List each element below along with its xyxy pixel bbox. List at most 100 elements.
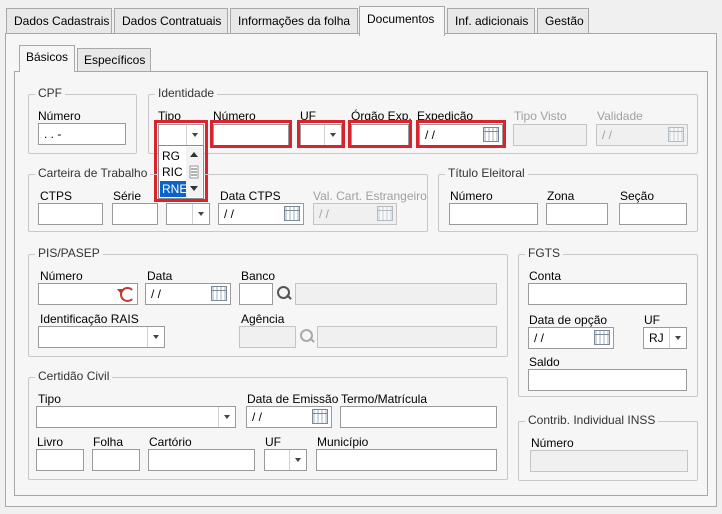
- group-title: CPF: [35, 86, 65, 100]
- folha-label: Folha: [93, 435, 124, 449]
- tab-label: Gestão: [545, 14, 584, 28]
- data-ctps-input[interactable]: / /: [218, 203, 304, 225]
- calendar-icon[interactable]: [284, 206, 300, 221]
- subtab-especificos[interactable]: Específicos: [77, 48, 151, 72]
- rais-select[interactable]: [38, 326, 165, 348]
- livro-input[interactable]: [36, 449, 84, 471]
- tab-inf-adicionais[interactable]: Inf. adicionais: [447, 8, 535, 34]
- identidade-tipo-visto-input: [513, 124, 587, 146]
- fgts-uf-label: UF: [644, 313, 660, 327]
- group-title: Carteira de Trabalho: [35, 166, 151, 180]
- data-opcao-input[interactable]: / /: [528, 327, 614, 349]
- group-title: Certidão Civil: [35, 369, 113, 383]
- fgts-uf-select[interactable]: RJ: [643, 327, 687, 349]
- municipio-label: Município: [317, 435, 369, 449]
- subtab-label: Básicos: [26, 50, 69, 64]
- pis-numero-input[interactable]: [38, 283, 138, 305]
- chevron-down-icon[interactable]: [289, 450, 306, 470]
- input-value: / /: [534, 331, 545, 345]
- termo-matricula-input[interactable]: [340, 406, 497, 428]
- pis-data-input[interactable]: / /: [145, 283, 231, 305]
- subtab-basicos[interactable]: Básicos: [19, 45, 75, 72]
- calendar-icon[interactable]: [594, 330, 610, 345]
- certidao-uf-select[interactable]: [264, 449, 307, 471]
- titulo-numero-input[interactable]: [449, 203, 538, 225]
- livro-label: Livro: [37, 435, 64, 449]
- input-value: / /: [224, 207, 235, 221]
- highlight-box-orgao: [348, 120, 412, 148]
- conta-input[interactable]: [528, 283, 687, 305]
- cpf-numero-label: Número: [38, 109, 81, 123]
- tab-label: Dados Contratuais: [122, 14, 222, 28]
- serie-label: Série: [113, 189, 142, 203]
- pis-numero-label: Número: [40, 269, 83, 283]
- agencia-name-input: [317, 326, 497, 348]
- identidade-validade-label: Validade: [597, 109, 643, 123]
- tab-dados-cadastrais[interactable]: Dados Cadastrais: [6, 8, 112, 34]
- saldo-label: Saldo: [529, 355, 560, 369]
- undo-icon[interactable]: [117, 287, 135, 302]
- municipio-input[interactable]: [316, 449, 497, 471]
- chevron-down-icon[interactable]: [669, 328, 686, 348]
- banco-code-input[interactable]: [239, 283, 273, 305]
- termo-matricula-label: Termo/Matrícula: [341, 392, 428, 406]
- cartorio-input[interactable]: [148, 449, 255, 471]
- tab-documentos[interactable]: Documentos: [359, 6, 445, 36]
- dropdown-scrollbar[interactable]: [186, 147, 202, 197]
- scrollbar-arrows-icon: [189, 152, 199, 191]
- data-emissao-label: Data de Emissão: [247, 392, 339, 406]
- tab-label: Inf. adicionais: [455, 14, 529, 28]
- ctps-label: CTPS: [40, 189, 73, 203]
- dropdown-option-rg[interactable]: RG: [160, 148, 187, 164]
- calendar-icon[interactable]: [211, 286, 227, 301]
- dropdown-option-ric[interactable]: RIC: [160, 164, 187, 180]
- certidao-tipo-select[interactable]: [36, 406, 236, 428]
- group-title: Título Eleitoral: [445, 166, 528, 180]
- secao-input[interactable]: [619, 203, 687, 225]
- tab-label: Informações da folha: [238, 14, 351, 28]
- banco-name-input: [295, 283, 497, 305]
- tab-informacoes-folha[interactable]: Informações da folha: [230, 8, 358, 34]
- banco-label: Banco: [241, 269, 276, 283]
- pis-data-label: Data: [147, 269, 173, 283]
- highlight-box-numero: [210, 120, 292, 148]
- chevron-down-icon[interactable]: [218, 407, 235, 427]
- carteira-uf-select[interactable]: [166, 203, 210, 225]
- calendar-icon: [668, 127, 684, 142]
- saldo-input[interactable]: [528, 369, 687, 391]
- banco-search-icon[interactable]: [274, 283, 294, 305]
- chevron-down-icon[interactable]: [192, 204, 209, 224]
- inss-numero-label: Número: [531, 436, 574, 450]
- data-emissao-input[interactable]: / /: [246, 406, 332, 428]
- tab-dados-contratuais[interactable]: Dados Contratuais: [114, 8, 228, 34]
- ctps-input[interactable]: [38, 203, 103, 225]
- input-value: / /: [602, 128, 613, 142]
- rais-label: Identificação RAIS: [40, 312, 139, 326]
- tab-label: Documentos: [367, 12, 435, 26]
- agencia-search-icon: [297, 326, 317, 348]
- chevron-down-icon[interactable]: [147, 327, 164, 347]
- conta-label: Conta: [529, 269, 562, 283]
- calendar-icon[interactable]: [312, 409, 328, 424]
- agencia-label: Agência: [241, 312, 285, 326]
- agencia-code-input: [239, 326, 296, 348]
- input-value: . . -: [44, 127, 62, 141]
- folha-input[interactable]: [92, 449, 140, 471]
- highlight-box-uf: [297, 120, 345, 148]
- identidade-tipo-dropdown-list[interactable]: RG RIC RNE: [158, 145, 204, 199]
- zona-input[interactable]: [546, 203, 608, 225]
- serie-input[interactable]: [112, 203, 158, 225]
- group-title: Contrib. Individual INSS: [525, 413, 659, 427]
- titulo-numero-label: Número: [450, 189, 493, 203]
- group-title: Identidade: [155, 86, 218, 100]
- cpf-numero-input[interactable]: . . -: [38, 123, 126, 145]
- inss-numero-input: [530, 450, 688, 472]
- select-value: RJ: [649, 331, 664, 345]
- input-value: / /: [252, 410, 263, 424]
- certidao-tipo-label: Tipo: [38, 392, 61, 406]
- input-value: / /: [151, 287, 162, 301]
- group-title: FGTS: [525, 246, 563, 260]
- secao-label: Seção: [620, 189, 655, 203]
- dropdown-option-rne[interactable]: RNE: [159, 180, 188, 198]
- tab-gestao[interactable]: Gestão: [537, 8, 589, 34]
